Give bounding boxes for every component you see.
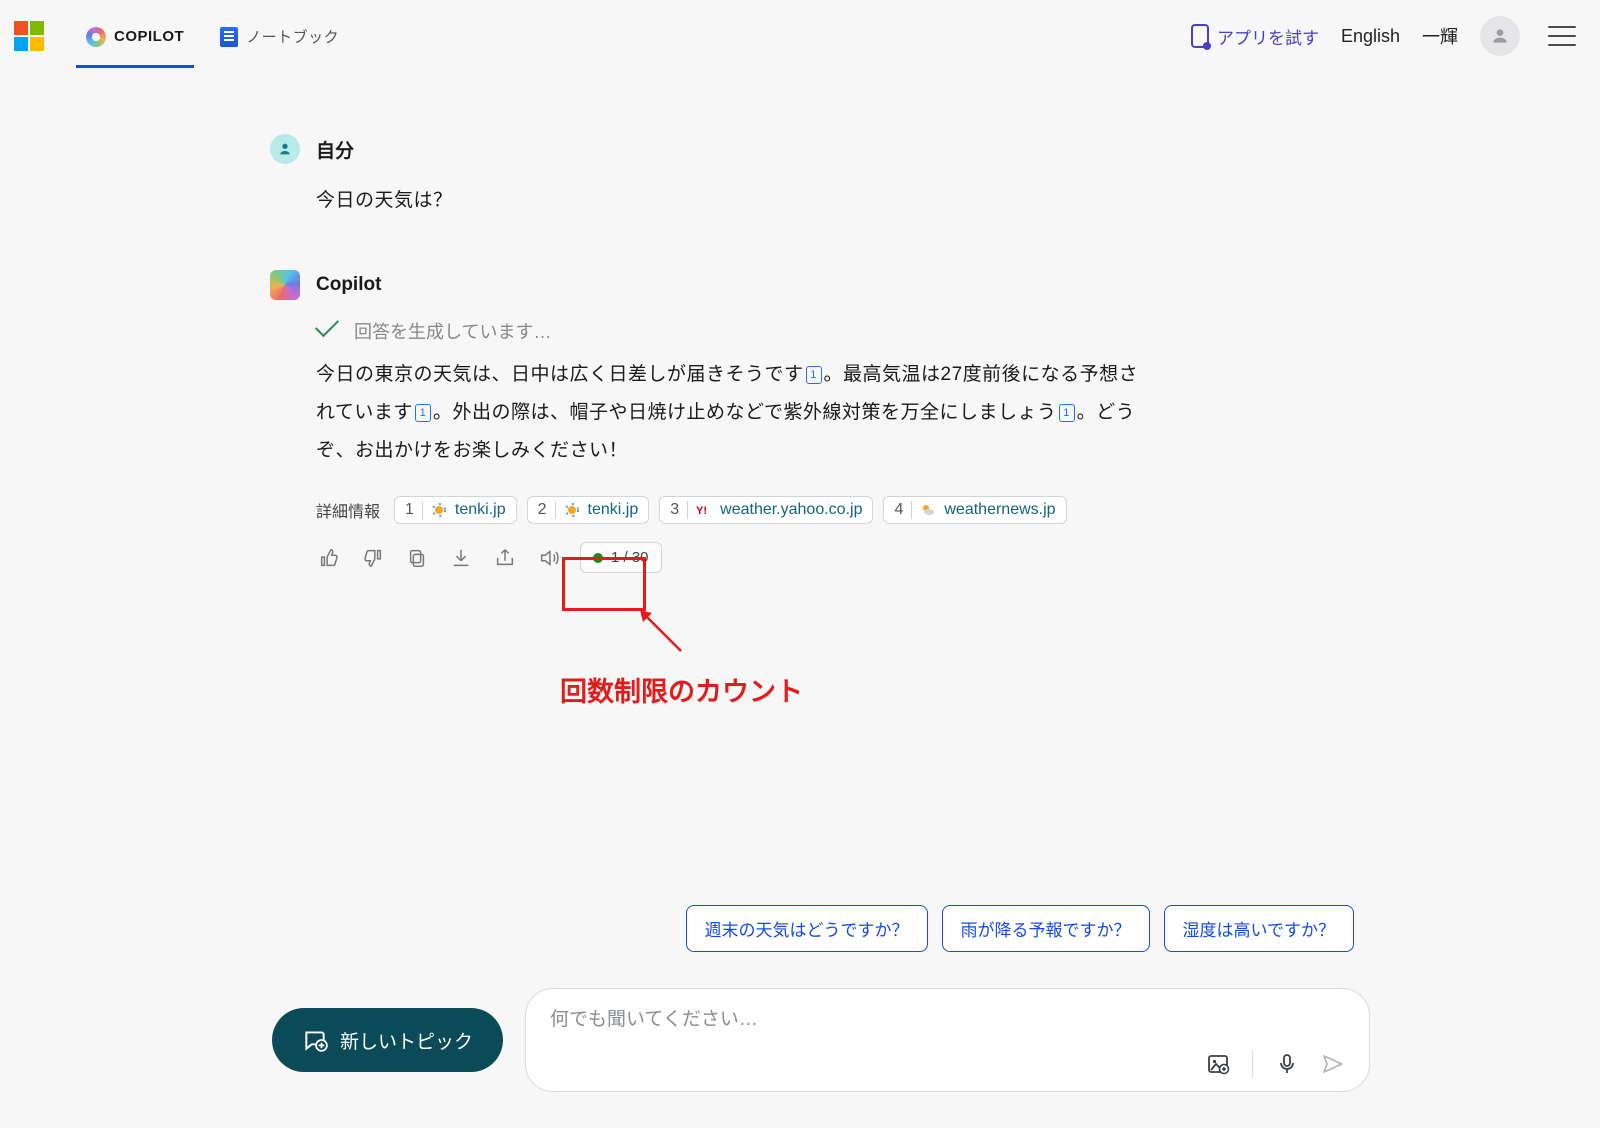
chat-column: 自分 今日の天気は？ Copilot 回答を生成しています… 今日の東京の天気は…	[270, 134, 1140, 573]
green-dot-icon	[593, 553, 603, 563]
tab-notebook-label: ノートブック	[246, 26, 339, 47]
suggestion-chip-1[interactable]: 週末の天気はどうですか？	[686, 905, 928, 952]
copilot-icon	[86, 27, 106, 47]
copy-button[interactable]	[404, 545, 430, 571]
user-message-block: 自分 今日の天気は？	[270, 134, 1140, 220]
header: COPILOT ノートブック アプリを試す English 一輝	[0, 0, 1600, 72]
copilot-avatar-icon	[270, 270, 300, 300]
notebook-icon	[220, 27, 238, 47]
compose-box	[525, 988, 1370, 1092]
check-icon	[316, 322, 340, 340]
citation-3[interactable]: 1	[1059, 404, 1075, 422]
tenki-favicon-icon	[431, 502, 447, 518]
source-chip-1[interactable]: 1 tenki.jp	[394, 496, 517, 524]
svg-text:Y!: Y!	[696, 505, 707, 517]
read-aloud-button[interactable]	[536, 545, 562, 571]
tenki-favicon-icon	[564, 502, 580, 518]
sources-row: 詳細情報 1 tenki.jp 2 tenki.jp 3 Y! weather.…	[316, 496, 1140, 524]
compose-input[interactable]	[550, 1009, 1345, 1031]
suggestion-chip-2[interactable]: 雨が降る予報ですか？	[942, 905, 1150, 952]
avatar[interactable]	[1480, 16, 1520, 56]
mic-icon[interactable]	[1275, 1052, 1299, 1076]
citation-1[interactable]: 1	[806, 366, 822, 384]
like-button[interactable]	[316, 545, 342, 571]
person-icon	[1490, 26, 1510, 46]
weathernews-favicon-icon	[920, 502, 936, 518]
header-right: アプリを試す English 一輝	[1191, 16, 1592, 56]
menu-icon[interactable]	[1548, 26, 1576, 46]
suggestion-chip-3[interactable]: 湿度は高いですか？	[1164, 905, 1355, 952]
turn-count-chip: 1 / 30	[580, 542, 662, 573]
new-topic-label: 新しいトピック	[340, 1027, 473, 1054]
source-chip-2[interactable]: 2 tenki.jp	[527, 496, 650, 524]
user-avatar-icon	[270, 134, 300, 164]
header-tabs: COPILOT ノートブック	[86, 4, 339, 68]
send-icon[interactable]	[1321, 1052, 1345, 1076]
new-topic-button[interactable]: 新しいトピック	[272, 1008, 503, 1072]
phone-icon	[1191, 24, 1209, 48]
annotation-caption: 回数制限のカウント	[560, 670, 803, 709]
response-actions: 1 / 30	[316, 542, 1140, 573]
generating-row: 回答を生成しています…	[316, 318, 1140, 344]
language-link[interactable]: English	[1341, 26, 1400, 47]
yahoo-favicon-icon: Y!	[696, 502, 712, 518]
username-label: 一輝	[1422, 23, 1458, 49]
generating-label: 回答を生成しています…	[354, 318, 551, 344]
new-topic-icon	[302, 1027, 328, 1053]
bot-name: Copilot	[316, 274, 381, 296]
bot-response: 今日の東京の天気は、日中は広く日差しが届きそうです1。最高気温は27度前後になる…	[316, 356, 1140, 470]
citation-2[interactable]: 1	[415, 404, 431, 422]
compose-tools	[550, 1051, 1345, 1077]
image-attach-icon[interactable]	[1206, 1052, 1230, 1076]
share-button[interactable]	[492, 545, 518, 571]
detail-label: 詳細情報	[316, 498, 380, 522]
user-message-text: 今日の天気は？	[316, 182, 1140, 220]
user-name: 自分	[316, 136, 354, 163]
suggestion-row: 週末の天気はどうですか？ 雨が降る予報ですか？ 湿度は高いですか？	[686, 905, 1355, 952]
microsoft-logo-icon[interactable]	[14, 21, 44, 51]
source-chip-4[interactable]: 4 weathernews.jp	[883, 496, 1066, 524]
source-chip-3[interactable]: 3 Y! weather.yahoo.co.jp	[659, 496, 873, 524]
compose-divider	[1252, 1051, 1253, 1077]
tab-notebook[interactable]: ノートブック	[220, 4, 339, 68]
download-button[interactable]	[448, 545, 474, 571]
turn-count-text: 1 / 30	[611, 549, 649, 566]
try-app-link[interactable]: アプリを試す	[1191, 24, 1319, 49]
dislike-button[interactable]	[360, 545, 386, 571]
tab-copilot[interactable]: COPILOT	[86, 5, 184, 68]
bot-message-block: Copilot 回答を生成しています… 今日の東京の天気は、日中は広く日差しが届…	[270, 270, 1140, 573]
tab-copilot-label: COPILOT	[114, 28, 184, 45]
bottom-bar: 新しいトピック	[272, 988, 1370, 1092]
try-app-label: アプリを試す	[1217, 24, 1319, 49]
annotation-arrow-icon	[636, 606, 686, 656]
